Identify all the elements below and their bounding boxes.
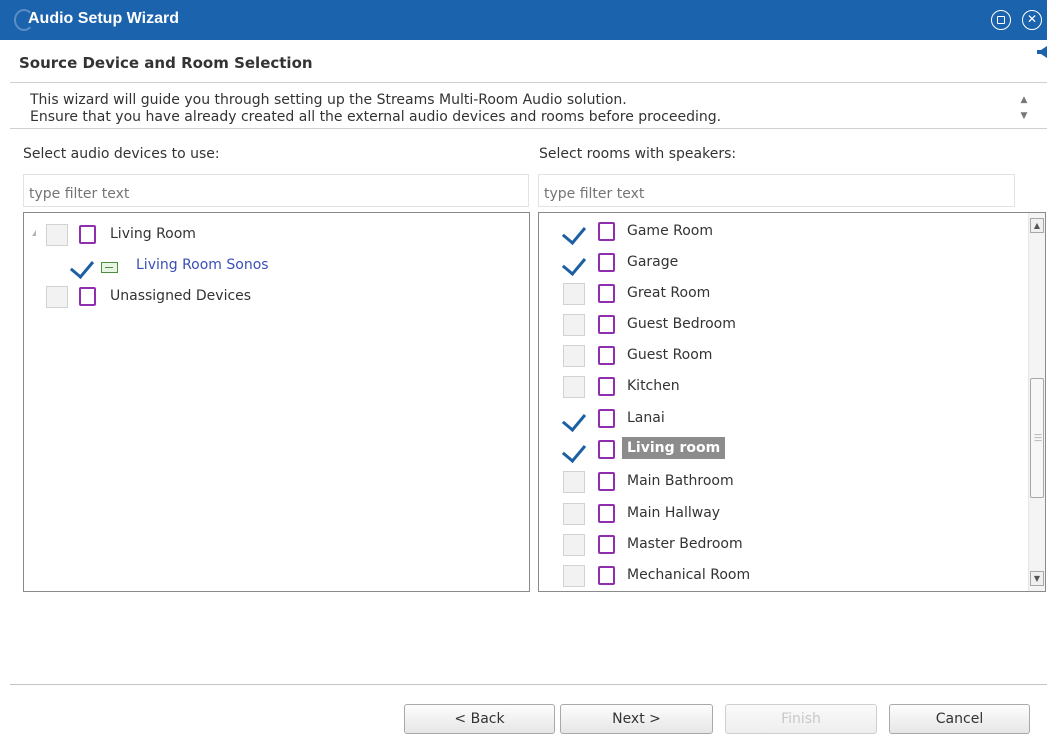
checkbox[interactable] [563,376,585,398]
checkbox[interactable] [563,283,585,305]
checkbox[interactable] [71,255,93,277]
room-label: Master Bedroom [627,536,743,552]
list-item[interactable]: Garage [539,248,1019,278]
room-icon [598,440,615,459]
list-item[interactable]: Mechanical Room [539,561,1019,591]
checkbox[interactable] [563,565,585,587]
room-label: Main Bathroom [627,473,734,489]
tree-item-living-room-sonos[interactable]: Living Room Sonos [24,251,524,281]
room-label: Game Room [627,223,713,239]
room-icon [598,504,615,523]
checkbox[interactable] [563,252,585,274]
scroll-thumb[interactable]: — — — [1030,378,1044,498]
intro-line: This wizard will guide you through setti… [30,92,627,108]
devices-label: Select audio devices to use: [23,146,220,162]
finish-button[interactable]: Finish [725,704,877,734]
title-bar: Audio Setup Wizard ✕ [0,0,1047,40]
list-item[interactable]: Main Hallway [539,499,1019,529]
list-item[interactable]: Great Room [539,279,1019,309]
room-label: Great Room [627,285,711,301]
room-icon [598,535,615,554]
checkbox[interactable] [563,503,585,525]
checkbox[interactable] [563,439,585,461]
checkbox[interactable] [563,408,585,430]
speaker-icon [1037,46,1047,58]
list-item[interactable]: Guest Bedroom [539,310,1019,340]
window-title: Audio Setup Wizard [28,10,179,27]
room-icon [598,346,615,365]
cancel-button[interactable]: Cancel [889,704,1030,734]
tree-item-label: Living Room Sonos [136,257,269,273]
next-button[interactable]: Next > [560,704,713,734]
expand-arrow-icon[interactable] [32,230,36,236]
room-label: Mechanical Room [627,567,751,583]
restore-icon[interactable] [991,10,1011,30]
scroll-up-icon[interactable]: ▲ [1017,92,1031,108]
room-icon [79,287,96,306]
room-icon [598,315,615,334]
checkbox[interactable] [46,286,68,308]
room-icon [598,377,615,396]
list-item-selected[interactable]: Living room [539,435,1019,465]
room-label: Living room [622,437,726,459]
checkbox[interactable] [563,471,585,493]
room-icon [598,284,615,303]
intro-text: This wizard will guide you through setti… [30,92,990,126]
divider [10,82,1047,83]
devices-tree: Living Room Living Room Sonos Unassigned… [23,212,530,592]
list-item[interactable]: Master Bedroom [539,530,1019,560]
checkbox[interactable] [563,314,585,336]
room-label: Guest Bedroom [627,316,736,332]
room-icon [598,253,615,272]
checkbox[interactable] [563,345,585,367]
room-icon [598,566,615,585]
list-item[interactable]: Kitchen [539,372,1019,402]
list-item[interactable]: Main Bathroom [539,467,1019,497]
divider [10,684,1047,685]
divider [10,128,1047,129]
room-label: Guest Room [627,347,713,363]
room-icon [79,225,96,244]
tree-item-living-room[interactable]: Living Room [24,220,524,250]
checkbox[interactable] [563,534,585,556]
scroll-up-icon[interactable]: ▲ [1030,218,1044,233]
room-label: Kitchen [627,378,680,394]
list-item[interactable]: Game Room [539,217,1019,247]
scroll-down-icon[interactable]: ▼ [1017,108,1031,124]
intro-line: Ensure that you have already created all… [30,109,722,125]
room-icon [598,409,615,428]
room-label: Lanai [627,410,665,426]
room-icon [598,472,615,491]
checkbox[interactable] [563,221,585,243]
rooms-filter-input[interactable] [538,174,1015,207]
tree-item-unassigned-devices[interactable]: Unassigned Devices [24,282,524,312]
tree-item-label: Living Room [110,226,196,242]
rooms-scrollbar[interactable]: ▲ — — — ▼ [1028,213,1045,591]
list-item[interactable]: Lanai [539,404,1019,434]
grip-icon: — — — [1034,430,1042,445]
room-label: Garage [627,254,679,270]
rooms-list: Game Room Garage Great Room Guest Bedroo… [538,212,1046,592]
rooms-label: Select rooms with speakers: [539,146,737,162]
room-label: Main Hallway [627,505,721,521]
tree-item-label: Unassigned Devices [110,288,252,304]
audio-device-icon [101,262,118,273]
close-icon[interactable]: ✕ [1022,10,1042,30]
intro-scrollbar[interactable]: ▲ ▼ [1017,92,1031,126]
list-item[interactable]: Guest Room [539,341,1019,371]
page-heading: Source Device and Room Selection [19,54,313,72]
scroll-down-icon[interactable]: ▼ [1030,571,1044,586]
room-icon [598,222,615,241]
back-button[interactable]: < Back [404,704,555,734]
checkbox[interactable] [46,224,68,246]
devices-filter-input[interactable] [23,174,529,207]
